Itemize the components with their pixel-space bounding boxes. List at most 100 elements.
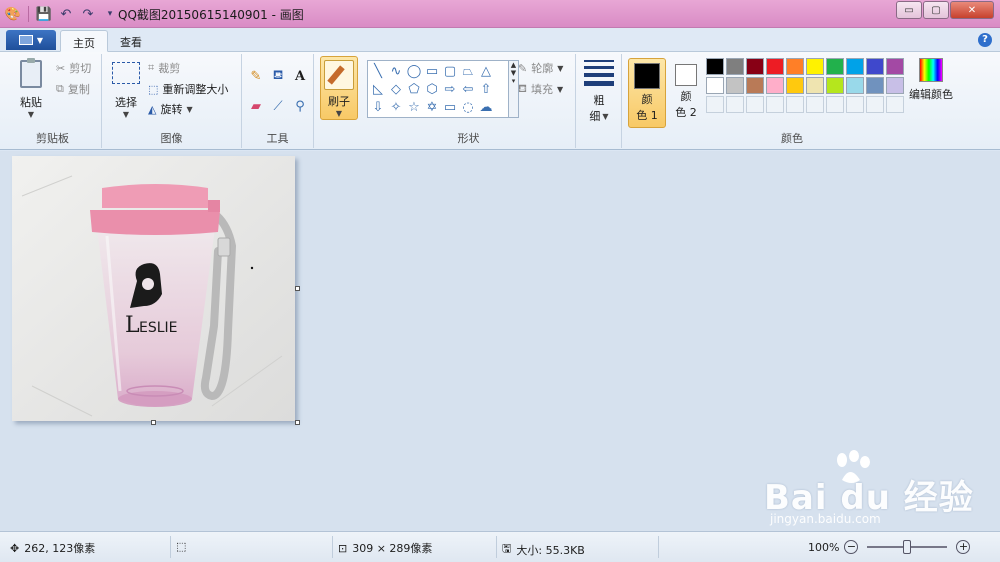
redo-icon[interactable]: ↷ xyxy=(79,5,97,23)
copy-icon: ⧉ xyxy=(56,82,64,95)
close-button[interactable]: ✕ xyxy=(950,1,994,19)
fill-button[interactable]: ⛾ 填充 ▼ xyxy=(518,81,563,97)
customize-qat-icon[interactable]: ▾ xyxy=(101,5,119,23)
palette-custom-slot[interactable] xyxy=(866,96,884,113)
undo-icon[interactable]: ↶ xyxy=(57,5,75,23)
palette-color-7[interactable] xyxy=(826,58,844,75)
right-arrow-shape-icon[interactable]: ⇨ xyxy=(442,82,458,97)
save-icon[interactable]: 💾 xyxy=(35,5,53,23)
oval-callout-shape-icon[interactable]: ◌ xyxy=(460,100,476,115)
oval-shape-icon[interactable]: ◯ xyxy=(406,64,422,79)
tab-view[interactable]: 查看 xyxy=(108,30,154,52)
cloud-callout-shape-icon[interactable]: ☁ xyxy=(478,100,494,115)
diamond-shape-icon[interactable]: ◇ xyxy=(388,82,404,97)
palette-color-20[interactable] xyxy=(886,77,904,94)
rect-callout-shape-icon[interactable]: ▭ xyxy=(442,100,458,115)
palette-color-2[interactable] xyxy=(726,58,744,75)
palette-custom-slot[interactable] xyxy=(726,96,744,113)
outline-button[interactable]: ✎ 轮廓 ▼ xyxy=(518,60,563,76)
cut-button[interactable]: ✂ 剪切 xyxy=(56,60,91,76)
palette-color-18[interactable] xyxy=(846,77,864,94)
rounded-rectangle-shape-icon[interactable]: ▢ xyxy=(442,64,458,79)
palette-custom-slot[interactable] xyxy=(786,96,804,113)
zoom-level: 100% xyxy=(808,540,840,554)
color2-button[interactable]: 颜 色 2 xyxy=(667,58,705,128)
palette-color-16[interactable] xyxy=(806,77,824,94)
palette-custom-slot[interactable] xyxy=(886,96,904,113)
polygon-shape-icon[interactable]: ⏢ xyxy=(460,64,476,79)
magnifier-icon[interactable]: ⚲ xyxy=(290,96,310,116)
palette-custom-slot[interactable] xyxy=(806,96,824,113)
zoom-out-button[interactable]: − xyxy=(844,540,859,554)
palette-color-4[interactable] xyxy=(766,58,784,75)
select-button[interactable]: 选择 ▼ xyxy=(108,62,144,119)
line-shape-icon[interactable]: ╲ xyxy=(370,64,386,79)
palette-custom-slot[interactable] xyxy=(826,96,844,113)
palette-color-9[interactable] xyxy=(866,58,884,75)
crop-button[interactable]: ⌗ 裁剪 xyxy=(148,60,180,76)
status-separator xyxy=(332,536,333,558)
copy-button[interactable]: ⧉ 复制 xyxy=(56,81,90,97)
down-arrow-shape-icon[interactable]: ⇩ xyxy=(370,100,386,115)
curve-shape-icon[interactable]: ∿ xyxy=(388,64,404,79)
maximize-button[interactable]: ▢ xyxy=(923,1,949,19)
status-bar: ✥ 262, 123像素 ⬚ ⊡ 309 × 289像素 🖫 大小: 55.3KB 1… xyxy=(0,531,1000,562)
help-icon[interactable]: ? xyxy=(978,33,992,47)
edit-colors-button[interactable]: 编辑颜色 xyxy=(906,58,956,102)
palette-color-17[interactable] xyxy=(826,77,844,94)
zoom-in-button[interactable]: + xyxy=(956,540,971,554)
palette-color-12[interactable] xyxy=(726,77,744,94)
palette-custom-slot[interactable] xyxy=(706,96,724,113)
up-arrow-shape-icon[interactable]: ⇧ xyxy=(478,82,494,97)
canvas-image[interactable]: L ESLIE xyxy=(12,156,295,421)
fill-bucket-icon[interactable]: ⛾ xyxy=(268,66,288,86)
triangle-shape-icon[interactable]: △ xyxy=(478,64,494,79)
right-triangle-shape-icon[interactable]: ◺ xyxy=(370,82,386,97)
palette-color-6[interactable] xyxy=(806,58,824,75)
pentagon-shape-icon[interactable]: ⬠ xyxy=(406,82,422,97)
palette-custom-slot[interactable] xyxy=(846,96,864,113)
pencil-icon[interactable]: ✎ xyxy=(246,66,266,86)
color1-label-1: 颜 xyxy=(641,93,653,106)
palette-color-1[interactable] xyxy=(706,58,724,75)
palette-color-14[interactable] xyxy=(766,77,784,94)
resize-button[interactable]: ⬚ 重新调整大小 xyxy=(148,81,228,97)
palette-custom-slot[interactable] xyxy=(766,96,784,113)
resize-handle-corner[interactable] xyxy=(295,420,300,425)
file-size: 🖫 大小: 55.3KB xyxy=(502,540,585,559)
palette-color-11[interactable] xyxy=(706,77,724,94)
size-button[interactable]: 粗 细 ▼ xyxy=(582,60,616,124)
left-arrow-shape-icon[interactable]: ⇦ xyxy=(460,82,476,97)
palette-color-13[interactable] xyxy=(746,77,764,94)
palette-color-19[interactable] xyxy=(866,77,884,94)
shapes-gallery: ╲ ∿ ◯ ▭ ▢ ⏢ △ ◺ ◇ ⬠ ⬡ ⇨ ⇦ ⇧ ⇩ ✧ ☆ ✡ ▭ ◌ … xyxy=(367,60,509,118)
resize-handle-right[interactable] xyxy=(295,286,300,291)
zoom-slider[interactable] xyxy=(867,540,948,554)
palette-color-10[interactable] xyxy=(886,58,904,75)
palette-color-15[interactable] xyxy=(786,77,804,94)
minimize-button[interactable]: ▭ xyxy=(896,1,922,19)
color1-button[interactable]: 颜 色 1 xyxy=(628,58,666,128)
brush-label: 刷子 xyxy=(328,95,350,108)
eraser-icon[interactable]: ▰ xyxy=(246,96,266,116)
resize-handle-bottom[interactable] xyxy=(151,420,156,425)
color-picker-icon[interactable]: ⟋ xyxy=(268,96,288,116)
zoom-slider-thumb[interactable] xyxy=(903,540,912,554)
rectangle-shape-icon[interactable]: ▭ xyxy=(424,64,440,79)
five-point-star-shape-icon[interactable]: ☆ xyxy=(406,100,422,115)
paste-button[interactable]: 粘贴 ▼ xyxy=(12,58,50,119)
palette-color-5[interactable] xyxy=(786,58,804,75)
tab-home[interactable]: 主页 xyxy=(60,30,108,52)
rotate-icon: ◭ xyxy=(148,102,157,116)
text-tool-icon[interactable]: A xyxy=(290,66,310,86)
palette-custom-slot[interactable] xyxy=(746,96,764,113)
paint-menu-button[interactable]: ▼ xyxy=(6,30,56,50)
six-point-star-shape-icon[interactable]: ✡ xyxy=(424,100,440,115)
palette-color-3[interactable] xyxy=(746,58,764,75)
paint-app-icon[interactable]: 🎨 xyxy=(4,5,22,23)
palette-color-8[interactable] xyxy=(846,58,864,75)
hexagon-shape-icon[interactable]: ⬡ xyxy=(424,82,440,97)
brush-button[interactable]: 刷子 ▼ xyxy=(320,56,358,120)
four-point-star-shape-icon[interactable]: ✧ xyxy=(388,100,404,115)
rotate-button[interactable]: ◭ 旋转 ▼ xyxy=(148,101,193,117)
